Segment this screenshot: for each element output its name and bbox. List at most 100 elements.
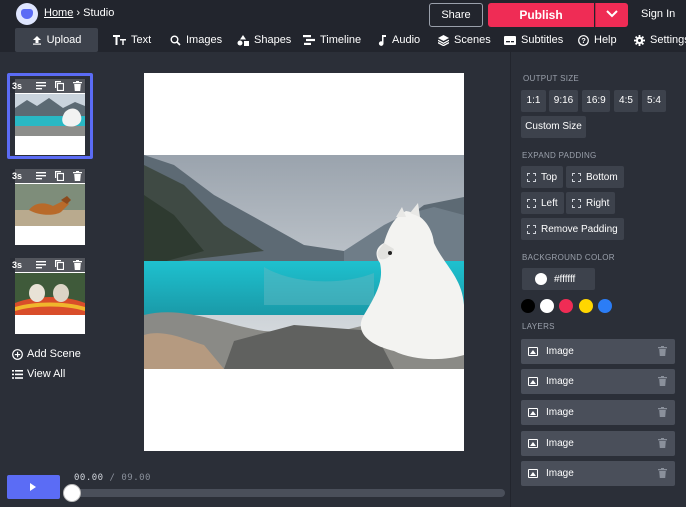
add-scene-button[interactable]: Add Scene — [12, 348, 81, 360]
layer-item[interactable]: Image — [521, 400, 675, 425]
padding-right-label: Right — [586, 197, 610, 209]
scene-1-duration[interactable]: 3s — [10, 79, 32, 93]
help-icon: ? — [578, 34, 589, 46]
padding-bottom-button[interactable]: Bottom — [566, 166, 624, 188]
trash-icon[interactable] — [658, 376, 667, 386]
canvas-image-lake-dog[interactable] — [144, 155, 464, 369]
timeline-scrubber-handle[interactable] — [63, 484, 81, 502]
image-icon — [528, 439, 538, 448]
total-time: 09.00 — [121, 473, 151, 483]
tab-subtitles-label: Subtitles — [521, 34, 564, 46]
custom-size-button[interactable]: Custom Size — [521, 116, 586, 138]
layer-label: Image — [546, 346, 574, 357]
trash-icon[interactable] — [658, 346, 667, 356]
tab-subtitles[interactable]: Subtitles — [504, 28, 563, 52]
sign-in-link[interactable]: Sign In — [641, 8, 675, 20]
chevron-down-icon — [606, 10, 618, 18]
tab-text[interactable]: Text — [113, 28, 151, 52]
layer-item[interactable]: Image — [521, 431, 675, 456]
scene-2-menu-button[interactable] — [32, 169, 50, 183]
padding-top-button[interactable]: Top — [521, 166, 564, 188]
image-icon — [528, 469, 538, 478]
scene-2-duplicate-button[interactable] — [50, 169, 68, 183]
music-note-icon — [378, 34, 386, 46]
scene-3-duplicate-button[interactable] — [50, 258, 68, 272]
scene-1-menu-button[interactable] — [32, 79, 50, 93]
tab-scenes-label: Scenes — [454, 34, 491, 46]
scene-3-menu-button[interactable] — [32, 258, 50, 272]
scene-2-duration[interactable]: 3s — [10, 169, 32, 183]
tab-shapes-label: Shapes — [254, 34, 292, 46]
background-color-heading: BACKGROUND COLOR — [522, 253, 615, 262]
ratio-9-16-button[interactable]: 9:16 — [549, 90, 578, 112]
image-icon — [528, 377, 538, 386]
background-color-picker[interactable]: #ffffff — [522, 268, 595, 290]
publish-button[interactable]: Publish — [488, 3, 594, 27]
image-icon — [528, 408, 538, 417]
background-color-value: #ffffff — [554, 273, 576, 285]
layer-label: Image — [546, 376, 574, 387]
padding-icon — [572, 172, 581, 182]
trash-icon[interactable] — [658, 438, 667, 448]
scene-1-image — [15, 94, 85, 136]
tab-settings[interactable]: Settings — [634, 28, 686, 52]
view-all-button[interactable]: View All — [12, 368, 65, 380]
share-button[interactable]: Share — [429, 3, 483, 27]
play-icon — [30, 483, 36, 491]
timeline-scrubber-track[interactable] — [70, 489, 505, 497]
layers-heading: LAYERS — [522, 322, 555, 331]
publish-options-button[interactable] — [595, 3, 628, 27]
scene-2-delete-button[interactable] — [68, 169, 86, 183]
scene-1-tools: 3s — [10, 79, 88, 93]
page-title: Studio — [83, 7, 115, 19]
svg-text:?: ? — [581, 36, 586, 45]
swatch-blue[interactable] — [598, 299, 612, 313]
list-menu-icon — [36, 82, 46, 90]
swatch-yellow[interactable] — [579, 299, 593, 313]
list-menu-icon — [36, 172, 46, 180]
layer-item[interactable]: Image — [521, 369, 675, 394]
copy-icon — [54, 260, 64, 270]
tab-scenes[interactable]: Scenes — [438, 28, 491, 52]
play-button[interactable] — [7, 475, 60, 499]
editor-canvas[interactable] — [144, 73, 464, 451]
copy-icon — [54, 171, 64, 181]
copy-icon — [54, 81, 64, 91]
current-color-swatch — [535, 273, 547, 285]
scene-1-delete-button[interactable] — [68, 79, 86, 93]
trash-icon[interactable] — [658, 407, 667, 417]
breadcrumb: Home › Studio — [44, 7, 114, 19]
layer-item[interactable]: Image — [521, 461, 675, 486]
app-logo[interactable] — [16, 3, 38, 25]
swatch-white[interactable] — [540, 299, 554, 313]
scenes-sidebar: 3s 3s 3s Add Scene View All — [0, 52, 102, 507]
upload-button[interactable]: Upload — [15, 28, 98, 52]
expand-padding-heading: EXPAND PADDING — [522, 151, 597, 160]
ratio-4-5-button[interactable]: 4:5 — [614, 90, 638, 112]
scene-1-duplicate-button[interactable] — [50, 79, 68, 93]
tab-shapes[interactable]: Shapes — [237, 28, 291, 52]
tab-timeline[interactable]: Timeline — [303, 28, 361, 52]
ratio-1-1-button[interactable]: 1:1 — [521, 90, 546, 112]
swatch-red[interactable] — [559, 299, 573, 313]
timeline-icon — [303, 35, 315, 45]
trash-icon[interactable] — [658, 468, 667, 478]
ratio-16-9-button[interactable]: 16:9 — [582, 90, 610, 112]
layer-item[interactable]: Image — [521, 339, 675, 364]
padding-left-button[interactable]: Left — [521, 192, 564, 214]
tab-audio-label: Audio — [392, 34, 421, 46]
tab-help[interactable]: ? Help — [578, 28, 617, 52]
scene-3-duration[interactable]: 3s — [10, 258, 32, 272]
remove-padding-button[interactable]: Remove Padding — [521, 218, 624, 240]
search-icon — [170, 35, 181, 46]
padding-right-button[interactable]: Right — [566, 192, 616, 214]
ratio-5-4-button[interactable]: 5:4 — [642, 90, 666, 112]
scene-2-image — [15, 184, 85, 226]
swatch-black[interactable] — [521, 299, 535, 313]
breadcrumb-home-link[interactable]: Home — [44, 7, 73, 19]
tab-audio[interactable]: Audio — [378, 28, 420, 52]
padding-top-label: Top — [541, 171, 558, 183]
scene-3-delete-button[interactable] — [68, 258, 86, 272]
tab-images[interactable]: Images — [170, 28, 222, 52]
tab-images-label: Images — [186, 34, 223, 46]
